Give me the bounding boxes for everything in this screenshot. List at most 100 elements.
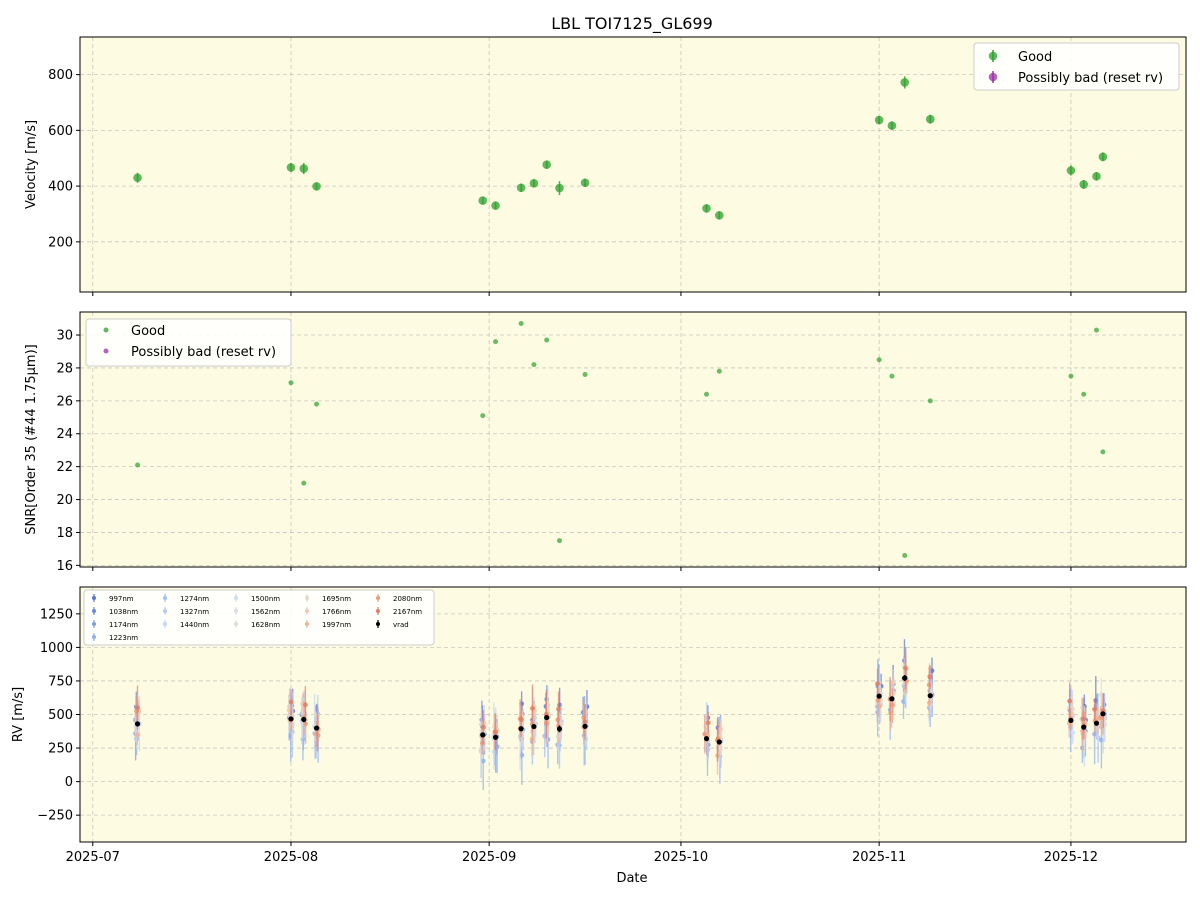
data-point bbox=[516, 183, 526, 193]
band-point bbox=[718, 726, 723, 732]
vrad-point bbox=[582, 723, 588, 729]
data-point bbox=[529, 179, 539, 188]
legend-label: 1327nm bbox=[180, 608, 209, 616]
y-tick-label: 1000 bbox=[40, 641, 73, 656]
data-point bbox=[314, 401, 320, 407]
band-point bbox=[135, 705, 140, 711]
vrad-point bbox=[492, 734, 499, 740]
band-point bbox=[1070, 730, 1076, 736]
band-point bbox=[1067, 698, 1073, 704]
vrad-point bbox=[1068, 717, 1074, 724]
data-point bbox=[887, 121, 897, 130]
legend: Good Possibly bad (reset rv) bbox=[85, 318, 292, 367]
vrad-point bbox=[134, 721, 141, 727]
vrad-point bbox=[716, 739, 722, 745]
data-point bbox=[491, 201, 500, 210]
vrad-point bbox=[288, 716, 294, 722]
legend-label: 1440nm bbox=[180, 621, 209, 629]
legend-marker bbox=[305, 622, 309, 626]
legend-marker bbox=[376, 622, 380, 626]
y-tick-label: 1250 bbox=[40, 607, 73, 622]
y-tick-label: 750 bbox=[48, 674, 73, 689]
figure: LBL TOI7125_GL699 200400600800Velocity [… bbox=[0, 0, 1200, 900]
vrad-point bbox=[480, 732, 486, 738]
legend-marker bbox=[234, 622, 238, 626]
x-tick-label: 2025-09 bbox=[462, 850, 516, 865]
legend-marker bbox=[163, 596, 167, 600]
vrad-point bbox=[1093, 720, 1100, 726]
vrad-point bbox=[301, 716, 307, 723]
legend-marker bbox=[103, 348, 109, 354]
band-point bbox=[493, 729, 498, 735]
legend-marker bbox=[92, 609, 96, 613]
band-point bbox=[1080, 716, 1086, 722]
x-tick-label: 2025-07 bbox=[66, 850, 120, 865]
data-point bbox=[531, 362, 537, 368]
vrad-point bbox=[876, 693, 882, 699]
y-tick-label: 30 bbox=[56, 329, 73, 344]
band-point bbox=[926, 682, 932, 688]
legend: Good Possibly bad (reset rv) bbox=[973, 42, 1180, 91]
data-point bbox=[900, 78, 910, 87]
legend-label: 1997nm bbox=[322, 621, 351, 629]
data-point bbox=[286, 163, 296, 172]
data-point bbox=[301, 480, 307, 486]
data-point bbox=[1100, 449, 1106, 455]
legend-label: 1038nm bbox=[109, 608, 138, 616]
data-point bbox=[715, 211, 724, 220]
legend-label: 1628nm bbox=[251, 621, 280, 629]
band-point bbox=[288, 699, 294, 705]
y-tick-label: 24 bbox=[56, 427, 73, 442]
data-point bbox=[582, 372, 588, 378]
data-point bbox=[702, 204, 711, 213]
band-point bbox=[702, 731, 708, 737]
band-point bbox=[927, 674, 933, 680]
y-tick-label: 250 bbox=[48, 742, 73, 757]
legend-label: 997nm bbox=[109, 595, 134, 603]
legend-marker bbox=[92, 596, 96, 600]
data-point bbox=[493, 339, 499, 345]
band-point bbox=[875, 681, 880, 687]
data-point bbox=[1079, 180, 1089, 189]
data-point bbox=[288, 380, 294, 386]
y-tick-label: 500 bbox=[48, 708, 73, 723]
legend-marker bbox=[92, 622, 96, 626]
legend-marker bbox=[376, 609, 380, 613]
data-point bbox=[1081, 391, 1087, 397]
vrad-point bbox=[313, 725, 320, 731]
legend-label: 1174nm bbox=[109, 621, 138, 629]
data-point bbox=[704, 391, 710, 397]
rv-panel: −250 0 250 500 750 1000 1250 2025-07 2025-08 2025… bbox=[11, 586, 1187, 865]
y-tick-label: 16 bbox=[56, 559, 73, 574]
x-axis-label: Date bbox=[616, 871, 647, 886]
vrad-point bbox=[902, 675, 908, 681]
y-axis-label: RV [m/s] bbox=[11, 687, 26, 742]
x-tick-label: 2025-12 bbox=[1044, 850, 1098, 865]
band-point bbox=[903, 665, 908, 671]
band-point bbox=[518, 717, 524, 722]
data-point bbox=[716, 368, 722, 374]
data-point bbox=[889, 373, 895, 379]
data-point bbox=[133, 173, 142, 183]
legend-label: Good bbox=[1018, 50, 1052, 65]
legend-label: 1695nm bbox=[322, 595, 351, 603]
vrad-point bbox=[556, 726, 563, 732]
legend-label: Possibly bad (reset rv) bbox=[1018, 71, 1163, 86]
x-tick-label: 2025-11 bbox=[852, 850, 906, 865]
data-point bbox=[555, 183, 564, 193]
vrad-point bbox=[703, 736, 710, 742]
vrad-point bbox=[518, 726, 524, 732]
legend-marker bbox=[988, 51, 998, 61]
band-point bbox=[1092, 706, 1097, 712]
data-point bbox=[580, 178, 590, 188]
y-tick-label: 22 bbox=[56, 460, 73, 475]
x-tick-label: 2025-10 bbox=[654, 850, 708, 865]
band-point bbox=[135, 732, 140, 738]
data-point bbox=[312, 182, 321, 191]
legend-label: 1500nm bbox=[251, 595, 280, 603]
y-tick-label: 26 bbox=[56, 394, 73, 409]
snr-panel: 16 18 20 22 24 26 28 30 SNR[Order 35 (#44 1.75μm… bbox=[24, 311, 1187, 574]
x-tick-label: 2025-08 bbox=[264, 850, 318, 865]
legend-marker bbox=[376, 596, 380, 600]
legend-label: 1223nm bbox=[109, 634, 138, 642]
